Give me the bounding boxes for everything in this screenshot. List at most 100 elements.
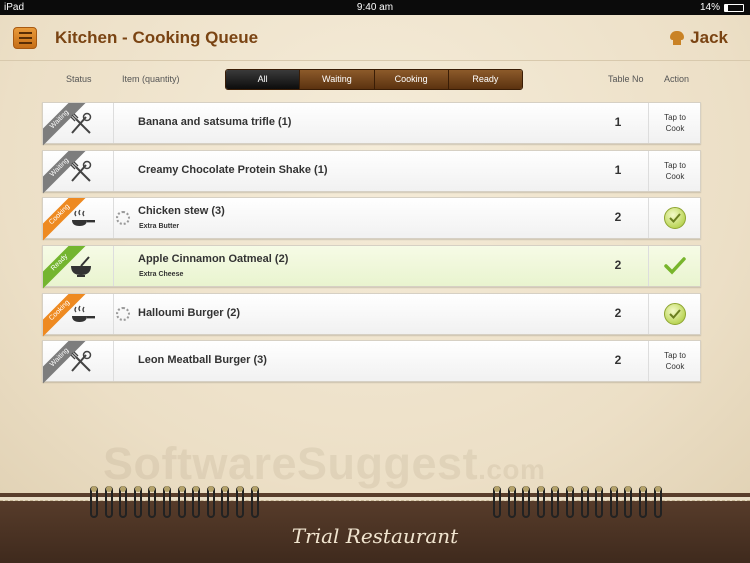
action-label: Tap to	[664, 351, 686, 360]
table-number: 1	[614, 115, 622, 129]
item-note: Extra Cheese	[139, 271, 184, 278]
binder-ring	[148, 486, 157, 518]
user-badge[interactable]: Jack	[670, 28, 728, 48]
binder-ring	[206, 486, 215, 518]
binder-ring	[624, 486, 633, 518]
frying-pan-icon	[72, 305, 95, 322]
utensils-icon	[70, 112, 92, 134]
binder-ring	[609, 486, 618, 518]
bowl-icon	[71, 256, 91, 277]
filter-ready[interactable]: Ready	[448, 70, 522, 89]
filter-cooking[interactable]: Cooking	[374, 70, 449, 89]
table-number: 2	[614, 210, 622, 224]
divider	[113, 341, 114, 381]
tap-to-cook-button[interactable]: Tap to Cook	[649, 151, 701, 191]
binder-ring	[493, 486, 501, 518]
binder-ring	[104, 486, 113, 518]
binder-ring	[177, 486, 186, 518]
action-label: Cook	[665, 172, 685, 181]
utensils-icon	[70, 350, 92, 372]
frying-pan-icon	[72, 209, 95, 226]
divider	[113, 151, 114, 191]
mark-ready-button[interactable]	[649, 294, 701, 334]
item-name: Creamy Chocolate Protein Shake (1)	[138, 164, 328, 176]
menu-button[interactable]	[13, 27, 37, 49]
watermark-suffix: .com	[478, 454, 546, 485]
binder-ring	[221, 486, 230, 518]
action-label: Tap to	[664, 113, 686, 122]
table-number: 2	[614, 306, 622, 320]
binder-ring	[566, 486, 574, 518]
menu-line	[18, 32, 32, 34]
battery-icon	[724, 3, 744, 12]
divider	[113, 246, 114, 286]
table-number: 2	[614, 353, 622, 367]
battery-indicator: 14%	[700, 2, 744, 13]
ios-status-bar: iPad 9:40 am 14%	[0, 0, 750, 15]
column-header-item: Item (quantity)	[122, 74, 180, 84]
menu-line	[18, 42, 32, 44]
column-header-status: Status	[66, 74, 92, 84]
item-name: Halloumi Burger (2)	[138, 307, 241, 319]
order-row: Waiting Banana and satsuma trifle (1) 1 …	[42, 102, 701, 149]
action-label: Cook	[665, 362, 685, 371]
binder-ring	[639, 486, 647, 518]
item-name: Leon Meatball Burger (3)	[138, 354, 267, 366]
action-label: Cook	[665, 124, 685, 133]
binder-ring	[536, 486, 545, 518]
filter-waiting[interactable]: Waiting	[300, 70, 375, 89]
checkmark-icon	[664, 257, 686, 275]
table-number: 1	[614, 163, 622, 177]
user-name: Jack	[690, 28, 728, 47]
binder-ring	[522, 486, 531, 518]
utensils-icon	[70, 160, 92, 182]
header-bar: Kitchen - Cooking Queue Jack	[0, 15, 750, 61]
divider	[113, 103, 114, 143]
tap-to-cook-button[interactable]: Tap to Cook	[649, 103, 701, 143]
item-note: Extra Butter	[139, 223, 180, 230]
binder-ring	[119, 486, 128, 518]
binder-ring	[507, 486, 516, 518]
battery-percent: 14%	[699, 2, 720, 13]
restaurant-name: Trial Restaurant	[291, 524, 459, 548]
ready-check[interactable]	[649, 246, 701, 286]
binder-ring	[653, 486, 662, 518]
item-name: Chicken stew (3)	[138, 205, 225, 217]
binder-ring	[90, 486, 98, 518]
order-row: Waiting Creamy Chocolate Protein Shake (…	[42, 150, 701, 197]
loading-spinner-icon	[116, 211, 130, 225]
binder-ring	[192, 486, 201, 518]
binder-ring	[595, 486, 604, 518]
order-row: Cooking Chicken stew (3) Extra Butter 2	[42, 197, 701, 244]
check-circle-icon	[664, 207, 686, 229]
page-title: Kitchen - Cooking Queue	[55, 28, 259, 47]
column-header-table: Table No	[608, 74, 644, 84]
item-name: Banana and satsuma trifle (1)	[138, 116, 292, 128]
order-row: Ready Apple Cinnamon Oatmeal (2) Extra C…	[42, 245, 701, 292]
binder-ring	[133, 486, 142, 518]
tap-to-cook-button[interactable]: Tap to Cook	[649, 341, 701, 381]
watermark: SoftwareSuggest.com	[103, 438, 545, 490]
binder-ring	[250, 486, 259, 518]
table-number: 2	[614, 258, 622, 272]
chef-hat-icon	[670, 30, 685, 46]
check-circle-icon	[664, 303, 686, 325]
binder-ring	[163, 486, 171, 518]
mark-ready-button[interactable]	[649, 198, 701, 238]
filter-all[interactable]: All	[226, 70, 301, 89]
clock: 9:40 am	[356, 2, 394, 13]
divider	[113, 198, 114, 238]
status-filter: All Waiting Cooking Ready	[225, 69, 523, 90]
action-label: Tap to	[664, 161, 686, 170]
binder-ring	[551, 486, 560, 518]
divider	[113, 294, 114, 334]
watermark-main: SoftwareSuggest	[103, 438, 479, 489]
order-row: Cooking Halloumi Burger (2) 2	[42, 293, 701, 340]
binder-ring	[236, 486, 244, 518]
menu-line	[18, 37, 32, 39]
item-name: Apple Cinnamon Oatmeal (2)	[138, 253, 289, 265]
order-row: Waiting Leon Meatball Burger (3) 2 Tap t…	[42, 340, 701, 387]
loading-spinner-icon	[116, 307, 130, 321]
binder-ring	[580, 486, 589, 518]
column-header-action: Action	[664, 74, 690, 84]
